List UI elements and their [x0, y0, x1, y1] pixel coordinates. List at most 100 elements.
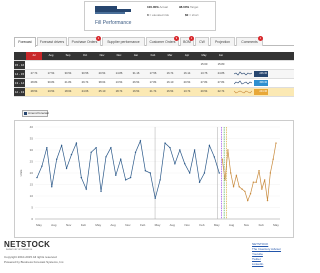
grid-cell[interactable]: 24.86 — [213, 70, 229, 78]
tab-customer-orders[interactable]: Customer Orders 9 — [146, 36, 179, 46]
grid-cell[interactable]: 14.86 — [111, 70, 127, 78]
grid-cell[interactable]: 24.66 — [77, 88, 93, 96]
footer-link-linkedin[interactable]: LinkedIn — [252, 262, 263, 266]
actual-series-point — [46, 147, 48, 149]
forecast-grid: Jul Aug Sep Oct Nov Dec Jan Feb Mar Apr … — [14, 52, 294, 97]
forecast-series-point — [221, 158, 223, 160]
forecast-series-point — [247, 199, 249, 202]
forecast-series-point — [230, 172, 232, 174]
grid-cell[interactable]: 22.74 — [213, 88, 229, 96]
grid-cell[interactable]: 29.74 — [77, 79, 93, 87]
grid-cell[interactable]: 18.74 — [111, 88, 127, 96]
grid-cell[interactable]: 17.56 — [145, 70, 161, 78]
actual-series-point — [100, 190, 102, 193]
tab-comments[interactable]: Comments 1 — [236, 36, 263, 46]
grid-cell[interactable]: 21.74 — [145, 88, 161, 96]
grid-cell[interactable]: 20.54 — [94, 70, 110, 78]
actual-series-point — [105, 156, 107, 158]
month-header: Feb — [150, 54, 156, 57]
forecast-series-line — [221, 143, 277, 202]
footer-link-netstock[interactable]: NETSTOCK — [252, 242, 268, 246]
tab-projection[interactable]: Projection — [210, 37, 235, 46]
grid-cell[interactable]: 27.74 — [26, 70, 42, 78]
forecast-series-point — [241, 188, 243, 190]
row-sparkline — [234, 71, 252, 76]
actual-series-point — [203, 172, 206, 174]
row-total: 308.36 — [254, 80, 268, 86]
grid-cell[interactable]: 28.54 — [26, 88, 42, 96]
row-label: 15 - 16 — [14, 61, 25, 69]
powered-by-text: Powered by Business Forecast Systems, In… — [4, 260, 65, 264]
actual-series-point — [188, 172, 191, 174]
kpi-title: Fill Performance — [95, 20, 132, 26]
grid-cell[interactable]: 27.84 — [196, 79, 212, 87]
actual-series-point — [213, 156, 216, 158]
grid-cell[interactable]: 20.54 — [196, 88, 212, 96]
y-tick-label: 20 — [30, 171, 34, 175]
amend-forecast-button[interactable]: Amend forecast — [22, 110, 49, 117]
tab-cw[interactable]: CW — [195, 37, 209, 46]
grid-header-row: Jul Aug Sep Oct Nov Dec Jan Feb Mar Apr … — [14, 52, 294, 61]
grid-cell[interactable]: 13.54 — [43, 88, 59, 96]
x-tick-label: Feb — [199, 223, 205, 227]
grid-cell[interactable]: 21.84 — [60, 79, 76, 87]
netstock-logo: NETSTOCK — [4, 240, 51, 249]
tab-bom[interactable]: BOM 1 — [180, 36, 194, 46]
actual-series-point — [115, 174, 117, 176]
footer-link-twitter[interactable]: Twitter — [252, 257, 261, 261]
actual-series-point — [184, 163, 186, 165]
grid-cell[interactable]: 16.14 — [179, 70, 195, 78]
grid-cell[interactable]: 16.54 — [162, 88, 178, 96]
grid-cell[interactable]: 26.54 — [128, 79, 144, 87]
grid-cell[interactable]: 16.10 — [162, 79, 178, 87]
grid-cell[interactable]: 15.60 — [196, 61, 212, 69]
grid-cell[interactable]: 30.56 — [77, 70, 93, 78]
grid-cell[interactable]: 13.54 — [111, 79, 127, 87]
edit-icon — [24, 112, 27, 115]
grid-cell[interactable]: 31.16 — [128, 70, 144, 78]
x-tick-label: Aug — [110, 223, 116, 227]
tab-purchase-orders[interactable]: Purchase Orders 2 — [68, 36, 101, 46]
grid-cell[interactable]: 16.54 — [128, 88, 144, 96]
actual-series-point — [129, 176, 132, 179]
grid-cell[interactable]: 17.84 — [145, 79, 161, 87]
actual-series-point — [110, 147, 112, 149]
month-header: Nov — [99, 54, 105, 57]
grid-cell[interactable]: 17.54 — [43, 70, 59, 78]
grid-cell[interactable]: 15.80 — [213, 61, 229, 69]
actual-series-point — [159, 179, 161, 181]
grid-cell[interactable]: 25.10 — [94, 88, 110, 96]
kpi-target: 98.00% Target — [179, 5, 199, 9]
comments-badge: 1 — [258, 36, 263, 41]
grid-cell[interactable]: 30.54 — [60, 70, 76, 78]
actual-series-point — [124, 179, 127, 181]
actual-series-point — [70, 153, 73, 156]
row-total: 246.36 — [254, 71, 268, 77]
bom-badge: 1 — [189, 36, 194, 41]
footer-link-inventory-advisor[interactable]: The Inventory Advisor — [252, 247, 281, 251]
grid-cell[interactable]: 13.74 — [179, 88, 195, 96]
forecast-chart: 0 5 10 15 20 25 30 35 40 Units May Aug Nov Feb May Aug N… — [14, 120, 294, 238]
tab-forecast[interactable]: Forecast — [14, 37, 36, 47]
grid-cell[interactable]: 13.76 — [196, 70, 212, 78]
y-axis-label: Units — [19, 169, 23, 176]
actual-series-point — [174, 163, 176, 165]
grid-cell[interactable]: 38.64 — [94, 79, 110, 87]
tab-forecast-drivers[interactable]: Forecast drivers — [37, 37, 67, 46]
grid-cell[interactable]: 27.84 — [213, 79, 229, 87]
x-tick-label: May — [214, 223, 220, 227]
grid-cell[interactable]: 18.64 — [60, 88, 76, 96]
y-tick-label: 5 — [31, 206, 33, 210]
forecast-series-point — [235, 174, 238, 176]
grid-cell[interactable]: 30.84 — [43, 79, 59, 87]
tab-supplier-performance[interactable]: Supplier performance — [102, 37, 145, 46]
grid-cell[interactable]: 20.54 — [179, 79, 195, 87]
grid-cell[interactable]: 28.84 — [26, 79, 42, 87]
actual-series-point — [51, 186, 53, 188]
footer-link-youtube[interactable]: Youtube — [252, 252, 263, 256]
actual-series-point — [41, 165, 43, 167]
kpi-actual: 100.00% Actual — [147, 5, 168, 9]
grid-row: 15 - 16 15.60 15.80 — [14, 61, 294, 70]
grid-cell[interactable]: 16.74 — [162, 70, 178, 78]
grid-row: 13 - 14 28.84 30.84 21.84 29.74 38.64 13… — [14, 79, 294, 88]
